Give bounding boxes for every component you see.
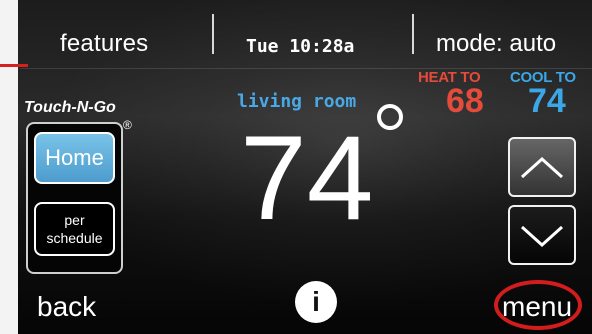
increase-temperature-button[interactable]: [508, 137, 576, 197]
menu-highlight-circle: [494, 280, 582, 330]
header-divider-left: [212, 14, 214, 54]
degree-icon: [377, 104, 403, 130]
side-control-panel: Home per schedule: [26, 122, 123, 274]
decrease-temperature-button[interactable]: [508, 205, 576, 265]
home-button[interactable]: Home: [34, 132, 115, 184]
chevron-down-icon: [520, 225, 564, 248]
header-divider-right: [412, 14, 414, 54]
red-accent-line: [0, 64, 28, 67]
back-button[interactable]: back: [37, 291, 96, 323]
heat-setpoint-value[interactable]: 68: [446, 82, 484, 121]
touch-n-go-logo: Touch-N-Go: [24, 99, 116, 116]
date-time-display: Tue 10:28a: [246, 36, 355, 57]
cool-setpoint-value[interactable]: 74: [528, 82, 566, 121]
chevron-up-icon: [520, 156, 564, 179]
mode-button[interactable]: mode: auto: [436, 30, 556, 58]
header-separator: [20, 68, 592, 69]
current-temperature: 74: [240, 111, 374, 245]
per-schedule-button[interactable]: per schedule: [34, 202, 115, 256]
registered-mark: ®: [123, 118, 132, 132]
left-edge-strip: [0, 0, 18, 334]
schedule-line-2: schedule: [46, 230, 103, 246]
info-icon[interactable]: i: [295, 281, 337, 323]
schedule-line-1: per: [64, 212, 85, 228]
features-button[interactable]: features: [60, 30, 148, 58]
thermostat-screen: features Tue 10:28a mode: auto HEAT TO 6…: [0, 0, 592, 334]
room-label: living room: [237, 91, 357, 112]
